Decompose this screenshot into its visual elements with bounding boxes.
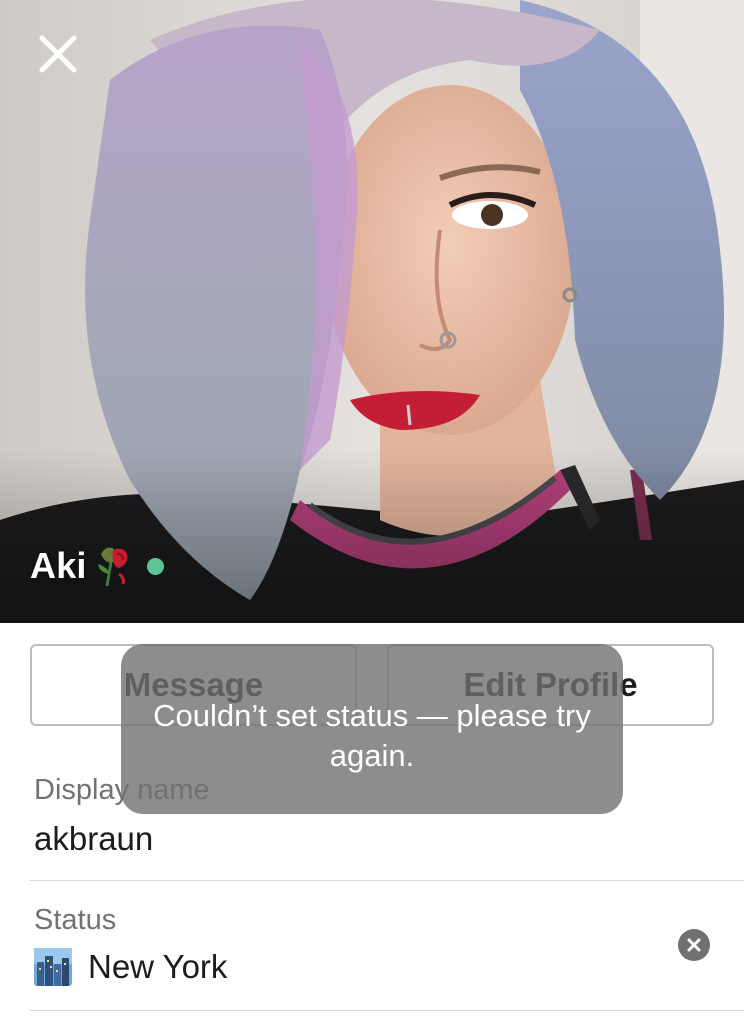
rose-emoji-icon xyxy=(95,544,133,588)
status-value: New York xyxy=(88,948,228,985)
divider xyxy=(30,1010,744,1011)
display-name-value: akbraun xyxy=(34,820,154,857)
status-row: New York xyxy=(34,948,227,986)
profile-name: Aki xyxy=(30,545,87,586)
toast-message: Couldn’t set status — please try again. xyxy=(153,698,591,773)
profile-screen: Aki Message Edit Profile Display name ak… xyxy=(0,0,744,1024)
presence-indicator xyxy=(146,557,164,575)
clear-status-button[interactable] xyxy=(678,929,710,961)
close-icon xyxy=(39,35,77,73)
status-field[interactable]: Status New York xyxy=(30,900,744,1010)
close-button[interactable] xyxy=(30,28,86,84)
error-toast: Couldn’t set status — please try again. xyxy=(121,644,623,814)
divider xyxy=(30,880,744,881)
status-label: Status xyxy=(34,904,117,936)
cityscape-emoji-icon xyxy=(34,948,72,986)
profile-name-row: Aki xyxy=(30,538,164,594)
profile-photo xyxy=(0,0,744,623)
clear-x-icon xyxy=(687,938,701,952)
